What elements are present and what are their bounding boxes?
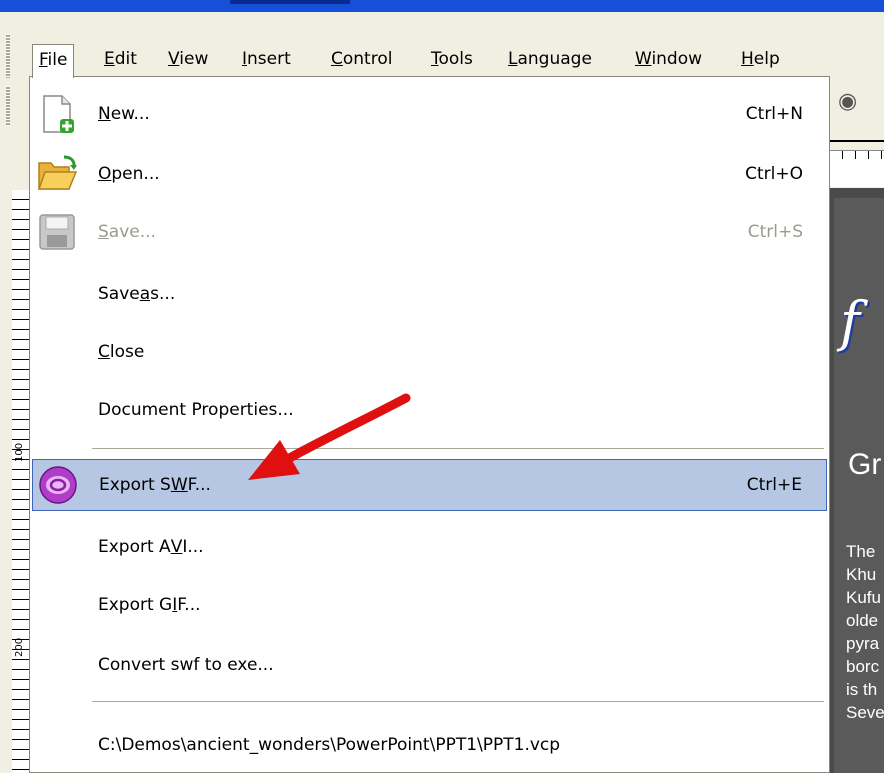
slide-heading: Gr — [848, 448, 882, 481]
slide-page: f Gr The Khu Kufu olde pyra borc is th S… — [834, 198, 884, 773]
menu-mnemonic: E — [104, 49, 115, 69]
menu-mnemonic: C — [331, 49, 343, 69]
menu-item-save-as[interactable]: Save a s... — [32, 267, 827, 321]
menu-label: elp — [753, 49, 780, 69]
menu-item-open[interactable]: Open... Ctrl+O — [32, 147, 827, 201]
menu-item-export-gif[interactable]: Export G I F... — [32, 579, 827, 631]
menu-item-convert-swf-to-exe[interactable]: Convert swf to exe... — [32, 639, 827, 691]
menu-item-label: C:\Demos\ancient_wonders\PowerPoint\PPT1… — [98, 735, 561, 755]
menubar-grip[interactable] — [6, 34, 10, 84]
menu-item-shortcut: Ctrl+S — [747, 222, 803, 242]
menu-item-shortcut: Ctrl+E — [746, 475, 802, 495]
menu-item-label: Close — [98, 342, 145, 362]
menu-item-recent-file[interactable]: C:\Demos\ancient_wonders\PowerPoint\PPT1… — [32, 719, 827, 771]
menu-help[interactable]: Help — [735, 44, 786, 76]
menu-language[interactable]: Language — [502, 44, 598, 76]
menu-item-label: Open... — [98, 164, 160, 184]
menu-mnemonic: W — [635, 49, 652, 69]
menu-edit[interactable]: Edit — [98, 44, 143, 76]
horizontal-ruler — [830, 150, 884, 187]
menu-control[interactable]: Control — [325, 44, 398, 76]
menu-label: ools — [438, 49, 473, 69]
menu-label: nsert — [247, 49, 291, 69]
menu-item-label: Export G I F... — [98, 595, 201, 615]
menu-item-label: Save a s... — [98, 284, 176, 304]
menu-separator — [92, 701, 824, 702]
menu-item-label: Export S W F... — [99, 475, 211, 495]
new-file-icon — [36, 93, 78, 135]
menu-mnemonic: V — [168, 49, 180, 69]
menu-item-label: Save... — [98, 222, 156, 242]
open-folder-icon — [36, 153, 78, 195]
menu-item-shortcut: Ctrl+O — [745, 164, 803, 184]
menu-item-new[interactable]: New... Ctrl+N — [32, 87, 827, 141]
menu-item-label: New... — [98, 104, 150, 124]
menu-mnemonic: T — [431, 49, 439, 69]
swf-logo: f — [840, 290, 860, 353]
ruler-mark-100: 100 — [14, 442, 25, 462]
menu-item-label: Convert swf to exe... — [98, 655, 274, 675]
export-swf-icon — [37, 464, 79, 506]
menu-item-document-properties[interactable]: Document Properties... — [32, 383, 827, 437]
menu-label: ile — [47, 50, 68, 70]
menu-label: anguage — [517, 49, 592, 69]
menu-label: ontrol — [342, 49, 393, 69]
ruler-mark-200: 200 — [14, 637, 25, 657]
menu-bar: File Edit View Insert Control Tools Language Wi… — [0, 12, 884, 84]
menu-window[interactable]: Window — [629, 44, 708, 76]
slide-canvas[interactable]: f Gr The Khu Kufu olde pyra borc is th S… — [830, 188, 884, 773]
menu-item-shortcut: Ctrl+N — [745, 104, 803, 124]
menu-item-export-swf[interactable]: Export S W F... Ctrl+E — [32, 459, 827, 511]
file-menu-dropdown: New... Ctrl+N Open... Ctrl+O Save... Ctrl+S Sa… — [29, 76, 830, 773]
toolbar-grip[interactable] — [6, 86, 10, 126]
menu-label: indow — [651, 49, 703, 69]
menu-insert[interactable]: Insert — [236, 44, 297, 76]
menu-label: dit — [114, 49, 137, 69]
window-title-bar[interactable] — [0, 0, 884, 12]
save-disk-icon — [36, 211, 78, 253]
menu-tools[interactable]: Tools — [425, 44, 479, 76]
stroke-color-swatch[interactable] — [830, 140, 884, 142]
menu-mnemonic: F — [39, 50, 48, 70]
menu-item-label: Export A V I... — [98, 537, 204, 557]
paint-bucket-icon[interactable]: ◉ — [838, 90, 862, 114]
menu-view[interactable]: View — [162, 44, 214, 76]
menu-label: iew — [179, 49, 209, 69]
menu-mnemonic: H — [741, 49, 754, 69]
menu-item-label: Document Properties... — [98, 400, 294, 420]
menu-item-save[interactable]: Save... Ctrl+S — [32, 205, 827, 259]
menu-file[interactable]: File — [32, 44, 75, 78]
slide-body-text: The Khu Kufu olde pyra borc is th Seve — [846, 542, 884, 722]
menu-separator — [92, 448, 824, 449]
menu-item-export-avi[interactable]: Export A V I... — [32, 521, 827, 573]
menu-item-close[interactable]: Close — [32, 325, 827, 379]
